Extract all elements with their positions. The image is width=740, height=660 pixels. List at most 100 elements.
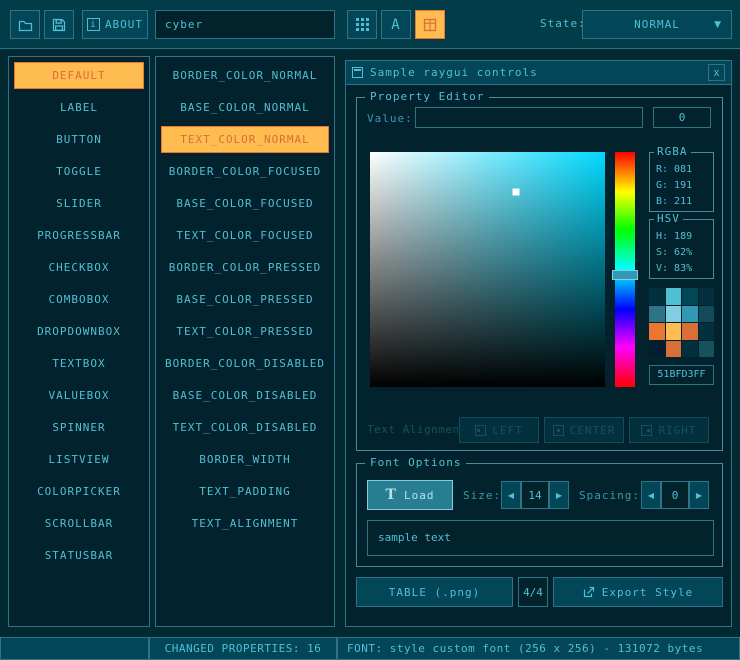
size-decrement-button[interactable]: ◀ xyxy=(501,481,521,509)
chevron-left-icon: ◀ xyxy=(508,491,514,500)
property-item-text_color_normal[interactable]: TEXT_COLOR_NORMAL xyxy=(161,126,329,153)
property-item-base_color_pressed[interactable]: BASE_COLOR_PRESSED xyxy=(161,286,329,313)
palette-color-9[interactable] xyxy=(666,323,682,340)
font-atlas-button[interactable]: A xyxy=(381,10,411,39)
window-titlebar[interactable]: Sample raygui controls x xyxy=(346,61,731,85)
font-load-button[interactable]: T Load xyxy=(367,480,453,510)
property-item-border_color_normal[interactable]: BORDER_COLOR_NORMAL xyxy=(161,62,329,89)
toolbar: i ABOUT A State: xyxy=(0,0,740,49)
close-icon[interactable]: x xyxy=(708,64,725,81)
load-style-button[interactable] xyxy=(10,10,40,39)
hex-color-input[interactable]: 51BFD3FF xyxy=(649,365,714,385)
control-item-label[interactable]: LABEL xyxy=(14,94,144,121)
control-item-slider[interactable]: SLIDER xyxy=(14,190,144,217)
spacing-value[interactable]: 0 xyxy=(661,481,689,509)
controls-list: DEFAULT LABEL BUTTON TOGGLE SLIDER PROGRESSBA… xyxy=(8,56,150,627)
align-center-icon xyxy=(553,425,564,436)
align-center-label: CENTER xyxy=(570,424,616,437)
palette-color-6[interactable] xyxy=(682,306,698,323)
save-style-button[interactable] xyxy=(44,10,74,39)
grid-view-button[interactable] xyxy=(347,10,377,39)
info-icon: i xyxy=(87,18,100,31)
palette-color-11[interactable] xyxy=(699,323,715,340)
palette-color-14[interactable] xyxy=(682,341,698,358)
palette-color-4[interactable] xyxy=(649,306,665,323)
rgba-green-value: G: 191 xyxy=(656,178,707,194)
statusbar: CHANGED PROPERTIES: 16 FONT: style custo… xyxy=(0,637,740,660)
rguistyler-app: i ABOUT A State: xyxy=(0,0,740,660)
style-table-export-button[interactable]: TABLE (.png) xyxy=(356,577,513,607)
control-item-dropdownbox[interactable]: DROPDOWNBOX xyxy=(14,318,144,345)
property-item-border_color_pressed[interactable]: BORDER_COLOR_PRESSED xyxy=(161,254,329,281)
value-label: Value: xyxy=(367,112,413,125)
state-dropdown[interactable]: NORMAL ▼ xyxy=(582,10,732,39)
control-item-scrollbar[interactable]: SCROLLBAR xyxy=(14,510,144,537)
export-style-button[interactable]: Export Style xyxy=(553,577,723,607)
spacing-increment-button[interactable]: ▶ xyxy=(689,481,709,509)
size-increment-button[interactable]: ▶ xyxy=(549,481,569,509)
control-item-progressbar[interactable]: PROGRESSBAR xyxy=(14,222,144,249)
style-color-palette xyxy=(649,288,714,357)
palette-color-8[interactable] xyxy=(649,323,665,340)
control-item-toggle[interactable]: TOGGLE xyxy=(14,158,144,185)
color-picker-cursor[interactable] xyxy=(512,188,519,195)
style-table-button[interactable] xyxy=(415,10,445,39)
hsv-group: HSV H: 189 S: 62% V: 83% xyxy=(649,219,714,279)
property-editor-group: Property Editor Value: 0 RGBA R: 081 G: … xyxy=(356,97,723,451)
align-right-button[interactable]: RIGHT xyxy=(629,417,709,443)
palette-color-13[interactable] xyxy=(666,341,682,358)
window-icon xyxy=(352,67,363,78)
palette-color-7[interactable] xyxy=(699,306,715,323)
font-load-label: Load xyxy=(404,489,435,502)
control-item-colorpicker[interactable]: COLORPICKER xyxy=(14,478,144,505)
control-item-textbox[interactable]: TEXTBOX xyxy=(14,350,144,377)
property-item-border_color_focused[interactable]: BORDER_COLOR_FOCUSED xyxy=(161,158,329,185)
palette-color-0[interactable] xyxy=(649,288,665,305)
style-name-input[interactable] xyxy=(155,10,335,39)
align-center-button[interactable]: CENTER xyxy=(544,417,624,443)
statusbar-font-info: FONT: style custom font (256 x 256) - 13… xyxy=(337,637,740,660)
hsv-value-value: V: 83% xyxy=(656,261,707,277)
palette-color-1[interactable] xyxy=(666,288,682,305)
property-item-base_color_focused[interactable]: BASE_COLOR_FOCUSED xyxy=(161,190,329,217)
control-item-combobox[interactable]: COMBOBOX xyxy=(14,286,144,313)
control-item-listview[interactable]: LISTVIEW xyxy=(14,446,144,473)
property-item-text_color_pressed[interactable]: TEXT_COLOR_PRESSED xyxy=(161,318,329,345)
property-item-text_alignment[interactable]: TEXT_ALIGNMENT xyxy=(161,510,329,537)
statusbar-empty-segment xyxy=(0,637,149,660)
control-item-checkbox[interactable]: CHECKBOX xyxy=(14,254,144,281)
property-item-text_color_focused[interactable]: TEXT_COLOR_FOCUSED xyxy=(161,222,329,249)
property-item-text_padding[interactable]: TEXT_PADDING xyxy=(161,478,329,505)
control-item-spinner[interactable]: SPINNER xyxy=(14,414,144,441)
value-box[interactable]: 0 xyxy=(653,107,711,128)
font-options-label: Font Options xyxy=(365,456,466,469)
about-button[interactable]: i ABOUT xyxy=(82,10,148,39)
table-page-indicator[interactable]: 4/4 xyxy=(518,577,548,607)
properties-list: BORDER_COLOR_NORMAL BASE_COLOR_NORMAL TEXT… xyxy=(155,56,335,627)
hsv-hue-value: H: 189 xyxy=(656,229,707,245)
palette-color-3[interactable] xyxy=(699,288,715,305)
property-item-border_color_disabled[interactable]: BORDER_COLOR_DISABLED xyxy=(161,350,329,377)
hue-slider-handle[interactable] xyxy=(612,270,638,280)
palette-color-10[interactable] xyxy=(682,323,698,340)
control-item-valuebox[interactable]: VALUEBOX xyxy=(14,382,144,409)
property-item-base_color_normal[interactable]: BASE_COLOR_NORMAL xyxy=(161,94,329,121)
value-input[interactable] xyxy=(415,107,643,128)
sample-text-input[interactable]: sample text xyxy=(367,520,714,556)
palette-color-2[interactable] xyxy=(682,288,698,305)
palette-color-12[interactable] xyxy=(649,341,665,358)
control-item-default[interactable]: DEFAULT xyxy=(14,62,144,89)
control-item-statusbar[interactable]: STATUSBAR xyxy=(14,542,144,569)
property-item-base_color_disabled[interactable]: BASE_COLOR_DISABLED xyxy=(161,382,329,409)
palette-color-5[interactable] xyxy=(666,306,682,323)
control-item-button[interactable]: BUTTON xyxy=(14,126,144,153)
color-picker-panel[interactable] xyxy=(370,152,605,387)
align-right-label: RIGHT xyxy=(658,424,696,437)
hue-slider[interactable] xyxy=(615,152,635,387)
property-item-text_color_disabled[interactable]: TEXT_COLOR_DISABLED xyxy=(161,414,329,441)
size-value[interactable]: 14 xyxy=(521,481,549,509)
property-item-border_width[interactable]: BORDER_WIDTH xyxy=(161,446,329,473)
spacing-decrement-button[interactable]: ◀ xyxy=(641,481,661,509)
palette-color-15[interactable] xyxy=(699,341,715,358)
align-left-button[interactable]: LEFT xyxy=(459,417,539,443)
